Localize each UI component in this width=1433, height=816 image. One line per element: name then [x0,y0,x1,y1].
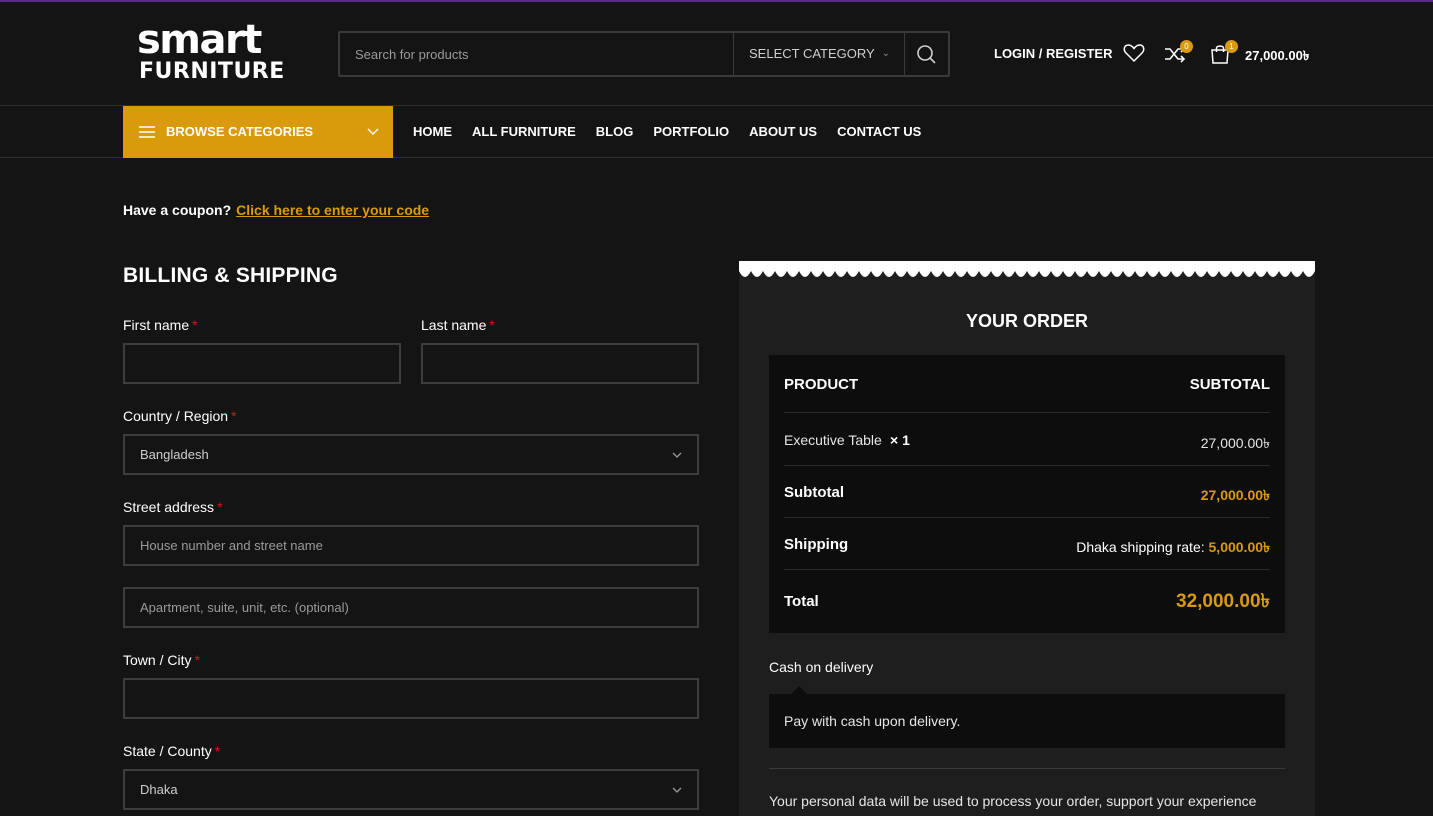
city-field[interactable] [123,678,699,719]
state-select-value: Dhaka [140,782,178,797]
last-name-field[interactable] [421,343,699,384]
order-review-panel: YOUR ORDER PRODUCT SUBTOTAL Executive Ta… [739,261,1315,816]
nav-item-about-us[interactable]: ABOUT US [749,124,817,139]
city-label: Town / City * [123,652,200,668]
state-select[interactable]: Dhaka [123,769,699,810]
divider [769,768,1285,769]
login-register-link[interactable]: LOGIN / REGISTER [994,46,1112,61]
heart-icon [1123,44,1145,63]
required-marker: * [231,408,237,424]
main-navigation: BROWSE CATEGORIES HOME ALL FURNITURE BLO… [0,106,1433,158]
category-select-label: SELECT CATEGORY [749,46,875,61]
last-name-label: Last name * [421,317,495,333]
compare-count-badge: 0 [1180,40,1193,53]
nav-item-home[interactable]: HOME [413,124,452,139]
order-title: YOUR ORDER [965,311,1088,331]
country-label-text: Country / Region [123,408,229,424]
nav-item-portfolio[interactable]: PORTFOLIO [653,124,729,139]
first-name-label: First name * [123,317,198,333]
last-name-label-text: Last name [421,317,487,333]
shipping-rate-text: Dhaka shipping rate: [1076,539,1205,555]
nav-item-all-furniture[interactable]: ALL FURNITURE [472,124,576,139]
country-label: Country / Region * [123,408,237,424]
zigzag-border [739,261,1315,277]
required-marker: * [194,652,200,668]
cart-button[interactable]: 1 [1209,40,1239,67]
shipping-row: Shipping Dhaka shipping rate: 5,000.00৳ [784,518,1270,570]
street-address-field[interactable] [123,525,699,566]
column-header-subtotal: SUBTOTAL [1189,376,1270,393]
street-address-label: Street address * [123,499,223,515]
total-label: Total [784,593,819,610]
coupon-link[interactable]: Click here to enter your code [236,202,429,218]
billing-title: BILLING & SHIPPING [123,264,338,287]
first-name-field[interactable] [123,343,401,384]
country-select[interactable]: Bangladesh [123,434,699,475]
column-header-product: PRODUCT [784,376,859,393]
payment-description: Pay with cash upon delivery. [769,694,1285,748]
logo-line1: smart [137,17,262,63]
site-logo[interactable]: smart FURNITURE [137,20,299,86]
subtotal-label: Subtotal [784,484,844,501]
coupon-notice: Have a coupon? Click here to enter your c… [123,202,429,218]
compare-button[interactable]: 0 [1163,40,1193,67]
nav-menu: HOME ALL FURNITURE BLOG PORTFOLIO ABOUT … [413,124,921,139]
hamburger-menu-icon [139,126,155,138]
street-address-label-text: Street address [123,499,215,515]
cart-total[interactable]: 27,000.00৳ [1245,47,1309,68]
order-table: PRODUCT SUBTOTAL Executive Table × 1 27,… [769,355,1285,633]
nav-item-blog[interactable]: BLOG [596,124,634,139]
total-value: 32,000.00৳ [1176,591,1270,612]
required-marker: * [192,317,198,333]
required-marker: * [489,317,495,333]
chevron-down-icon [672,452,682,458]
site-header: smart FURNITURE SELECT CATEGORY ⌄ LOGIN … [0,2,1433,106]
chevron-down-icon [672,787,682,793]
browse-categories-button[interactable]: BROWSE CATEGORIES [123,106,393,158]
nav-item-contact-us[interactable]: CONTACT US [837,124,921,139]
state-label-text: State / County [123,743,212,759]
logo-line2: FURNITURE [139,59,285,84]
shipping-rate: Dhaka shipping rate: 5,000.00৳ [1076,536,1270,560]
required-marker: * [217,499,223,515]
country-select-value: Bangladesh [140,447,209,462]
cart-count-badge: 1 [1225,40,1238,53]
city-label-text: Town / City [123,652,192,668]
first-name-label-text: First name [123,317,190,333]
category-select[interactable]: SELECT CATEGORY ⌄ [733,33,905,75]
search-icon [917,45,936,64]
search-bar: SELECT CATEGORY ⌄ [338,31,950,77]
search-button[interactable] [904,33,948,75]
privacy-notice: Your personal data will be used to proce… [769,793,1257,809]
chevron-down-icon [367,128,379,135]
item-name: Executive Table [784,432,882,448]
chevron-down-icon: ⌄ [881,48,890,59]
wishlist-button[interactable] [1123,43,1147,65]
apartment-field[interactable] [123,587,699,628]
subtotal-row: Subtotal 27,000.00৳ [784,466,1270,518]
state-label: State / County * [123,743,220,759]
coupon-text: Have a coupon? [123,202,232,218]
table-row: Executive Table × 1 27,000.00৳ [784,413,1270,466]
item-price: 27,000.00৳ [1200,435,1270,451]
subtotal-value: 27,000.00৳ [1200,487,1270,503]
shipping-label: Shipping [784,536,849,553]
search-input[interactable] [340,33,733,75]
payment-method-cash-on-delivery[interactable]: Cash on delivery [769,659,873,675]
total-row: Total 32,000.00৳ [784,570,1270,633]
table-header-row: PRODUCT SUBTOTAL [784,355,1270,413]
shipping-rate-value: 5,000.00৳ [1208,539,1270,555]
payment-box-pointer [791,686,807,694]
item-quantity: × 1 [890,432,910,448]
browse-categories-label: BROWSE CATEGORIES [166,124,314,139]
required-marker: * [214,743,221,759]
